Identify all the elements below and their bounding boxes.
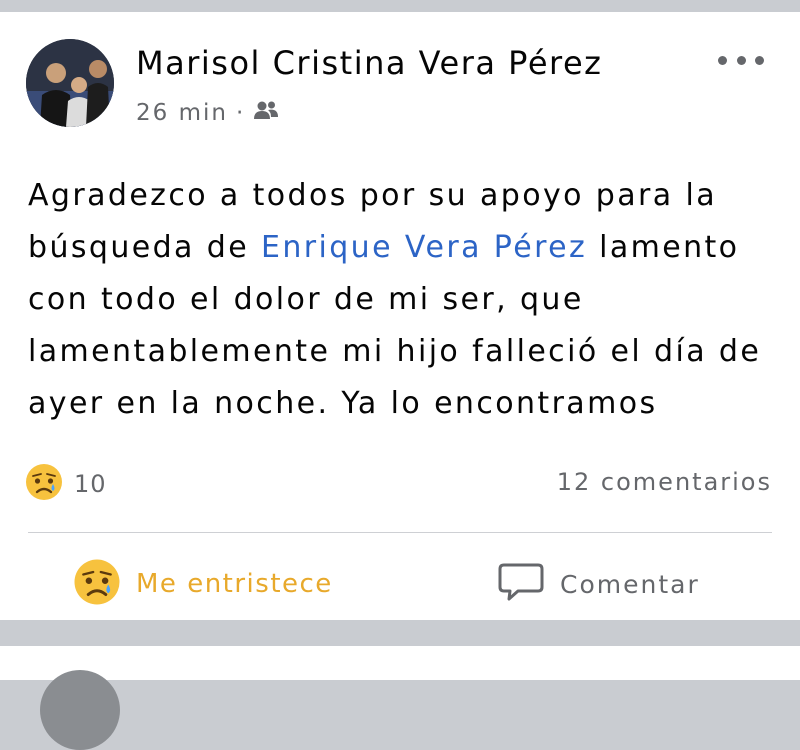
friends-icon [253,100,279,126]
comment-button-label: Comentar [560,569,700,599]
comment-button[interactable]: Comentar [498,561,700,607]
meta-separator: · [235,100,246,126]
feed-background-top [0,0,800,12]
comment-icon [498,561,544,607]
post-text: Agradezco a todos por su apoyo para la b… [28,170,778,430]
reaction-count: 10 [74,470,107,498]
more-options-icon[interactable] [718,48,764,72]
post-meta: 26 min · [136,100,279,126]
sad-reaction-icon [24,462,64,506]
reaction-summary[interactable]: 10 [24,462,107,506]
sad-reaction-icon [72,557,122,611]
author-avatar[interactable] [26,39,114,127]
post-card: Marisol Cristina Vera Pérez 26 min · Agr… [0,12,800,620]
react-button-label: Me entristece [136,569,333,599]
next-post-avatar[interactable] [40,670,120,750]
feed-separator [0,620,800,646]
react-button[interactable]: Me entristece [72,557,333,611]
post-time[interactable]: 26 min [136,100,228,126]
comments-count[interactable]: 12 comentarios [557,468,772,496]
divider [28,532,772,533]
author-name[interactable]: Marisol Cristina Vera Pérez [136,44,602,82]
mention-link[interactable]: Enrique Vera Pérez [261,230,587,265]
next-post-card [0,646,800,750]
